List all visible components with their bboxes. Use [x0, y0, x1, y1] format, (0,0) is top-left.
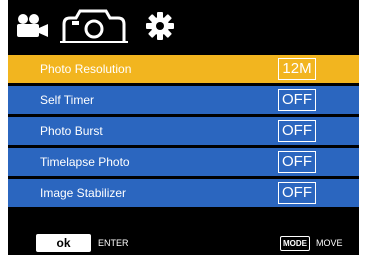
move-hint-label: MOVE	[316, 238, 343, 248]
photo-camera-icon	[60, 9, 128, 43]
menu-item-value: 12M	[278, 58, 316, 80]
video-camera-icon	[17, 14, 48, 37]
menu-item-value: OFF	[278, 151, 316, 173]
menu-item-value: OFF	[278, 182, 316, 204]
menu-item-value: OFF	[278, 89, 316, 111]
menu-item-value: OFF	[278, 120, 316, 142]
tab-video[interactable]	[14, 8, 50, 44]
settings-menu: Photo Resolution 12M Self Timer OFF Phot…	[8, 55, 359, 210]
gear-icon	[146, 12, 174, 40]
menu-item-self-timer[interactable]: Self Timer OFF	[8, 86, 359, 114]
camera-menu-screen: Photo Resolution 12M Self Timer OFF Phot…	[8, 0, 359, 255]
menu-item-photo-burst[interactable]: Photo Burst OFF	[8, 117, 359, 145]
tab-settings[interactable]	[142, 8, 178, 44]
menu-item-label: Self Timer	[40, 93, 95, 107]
mode-button[interactable]: MODE	[280, 236, 310, 251]
menu-item-label: Timelapse Photo	[40, 155, 130, 169]
menu-item-photo-resolution[interactable]: Photo Resolution 12M	[8, 55, 359, 83]
menu-item-image-stabilizer[interactable]: Image Stabilizer OFF	[8, 179, 359, 207]
menu-item-timelapse-photo[interactable]: Timelapse Photo OFF	[8, 148, 359, 176]
menu-item-label: Image Stabilizer	[40, 186, 127, 200]
menu-item-label: Photo Resolution	[40, 62, 132, 76]
tab-photo[interactable]	[58, 8, 130, 44]
footer-bar: ok ENTER MODE MOVE	[8, 231, 359, 255]
menu-item-label: Photo Burst	[40, 124, 103, 138]
tab-bar	[8, 0, 359, 52]
ok-button[interactable]: ok	[36, 234, 91, 252]
enter-hint-label: ENTER	[98, 238, 129, 248]
